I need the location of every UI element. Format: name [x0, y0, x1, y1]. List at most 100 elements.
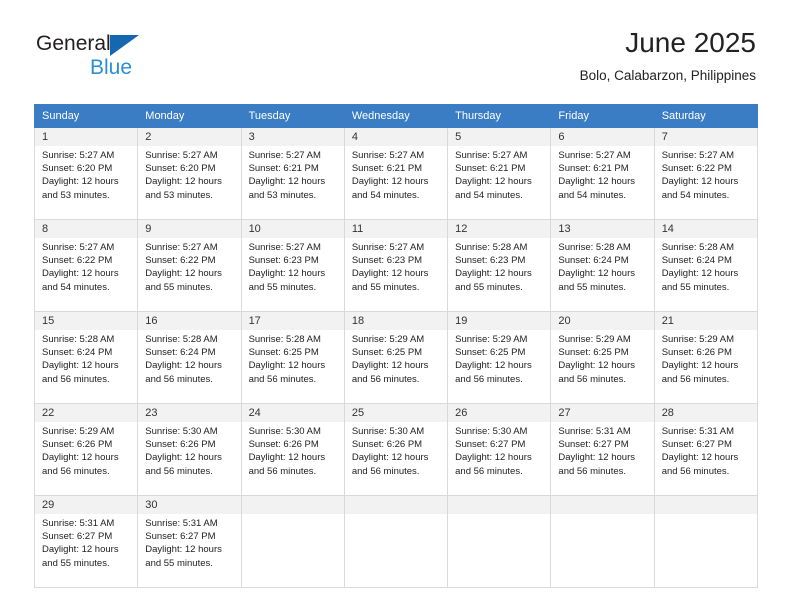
day-details: Sunrise: 5:27 AM Sunset: 6:22 PM Dayligh… [138, 238, 240, 294]
day-cell[interactable]: 13 Sunrise: 5:28 AM Sunset: 6:24 PM Dayl… [550, 219, 655, 312]
daylight-text-line1: Daylight: 12 hours [145, 176, 222, 188]
daylight-text-line1: Daylight: 12 hours [455, 360, 532, 372]
calendar-week-row: 1 Sunrise: 5:27 AM Sunset: 6:20 PM Dayli… [33, 127, 759, 220]
day-cell[interactable]: 2 Sunrise: 5:27 AM Sunset: 6:20 PM Dayli… [137, 127, 242, 220]
sunrise-text: Sunrise: 5:31 AM [145, 518, 218, 529]
day-cell[interactable]: 25 Sunrise: 5:30 AM Sunset: 6:26 PM Dayl… [343, 403, 449, 496]
daylight-text-line1: Daylight: 12 hours [351, 268, 429, 280]
day-details: Sunrise: 5:31 AM Sunset: 6:27 PM Dayligh… [655, 422, 757, 478]
sunrise-text: Sunrise: 5:28 AM [661, 242, 735, 253]
day-cell[interactable]: 5 Sunrise: 5:27 AM Sunset: 6:21 PM Dayli… [447, 127, 552, 220]
day-cell[interactable]: 20 Sunrise: 5:29 AM Sunset: 6:25 PM Dayl… [550, 311, 655, 404]
day-number: 3 [241, 128, 344, 146]
daylight-text-line2: and 56 minutes. [455, 373, 523, 385]
daylight-text-line2: and 56 minutes. [145, 373, 213, 385]
sunrise-text: Sunrise: 5:27 AM [42, 150, 115, 161]
day-cell[interactable]: 15 Sunrise: 5:28 AM Sunset: 6:24 PM Dayl… [33, 311, 139, 404]
sunset-text: Sunset: 6:27 PM [455, 439, 526, 451]
day-cell[interactable]: 29 Sunrise: 5:31 AM Sunset: 6:27 PM Dayl… [33, 495, 139, 588]
day-cell[interactable]: 12 Sunrise: 5:28 AM Sunset: 6:23 PM Dayl… [447, 219, 552, 312]
sunset-text: Sunset: 6:21 PM [558, 163, 629, 175]
day-cell[interactable]: 9 Sunrise: 5:27 AM Sunset: 6:22 PM Dayli… [137, 219, 242, 312]
day-number: 17 [241, 312, 344, 330]
sunset-text: Sunset: 6:27 PM [145, 531, 216, 543]
daylight-text-line2: and 56 minutes. [248, 465, 317, 477]
weekday-header-thursday: Thursday [447, 104, 552, 128]
daylight-text-line1: Daylight: 12 hours [145, 452, 222, 464]
day-cell[interactable]: 19 Sunrise: 5:29 AM Sunset: 6:25 PM Dayl… [447, 311, 552, 404]
daylight-text-line1: Daylight: 12 hours [455, 452, 532, 464]
day-number [551, 496, 654, 514]
day-cell[interactable]: 30 Sunrise: 5:31 AM Sunset: 6:27 PM Dayl… [137, 495, 242, 588]
daylight-text-line1: Daylight: 12 hours [145, 360, 222, 372]
day-cell[interactable]: 3 Sunrise: 5:27 AM Sunset: 6:21 PM Dayli… [240, 127, 345, 220]
day-cell[interactable]: 10 Sunrise: 5:27 AM Sunset: 6:23 PM Dayl… [240, 219, 345, 312]
weekday-header-row: Sunday Monday Tuesday Wednesday Thursday… [33, 104, 759, 128]
day-cell[interactable]: 17 Sunrise: 5:28 AM Sunset: 6:25 PM Dayl… [240, 311, 345, 404]
day-cell-empty [343, 495, 449, 588]
blue-triangle-icon [110, 35, 139, 56]
daylight-text-line1: Daylight: 12 hours [42, 452, 119, 464]
day-details: Sunrise: 5:30 AM Sunset: 6:26 PM Dayligh… [138, 422, 240, 478]
day-cell[interactable]: 21 Sunrise: 5:29 AM Sunset: 6:26 PM Dayl… [653, 311, 759, 404]
day-cell[interactable]: 6 Sunrise: 5:27 AM Sunset: 6:21 PM Dayli… [550, 127, 655, 220]
sunset-text: Sunset: 6:25 PM [455, 347, 526, 359]
day-number: 4 [344, 128, 448, 146]
day-cell[interactable]: 8 Sunrise: 5:27 AM Sunset: 6:22 PM Dayli… [33, 219, 139, 312]
day-cell[interactable]: 1 Sunrise: 5:27 AM Sunset: 6:20 PM Dayli… [33, 127, 139, 220]
day-cell[interactable]: 24 Sunrise: 5:30 AM Sunset: 6:26 PM Dayl… [240, 403, 345, 496]
day-number: 6 [551, 128, 654, 146]
daylight-text-line2: and 54 minutes. [42, 281, 110, 293]
day-cell[interactable]: 18 Sunrise: 5:29 AM Sunset: 6:25 PM Dayl… [343, 311, 449, 404]
daylight-text-line1: Daylight: 12 hours [455, 176, 532, 188]
daylight-text-line1: Daylight: 12 hours [661, 452, 739, 464]
calendar-week-row: 22 Sunrise: 5:29 AM Sunset: 6:26 PM Dayl… [33, 403, 759, 496]
day-cell[interactable]: 7 Sunrise: 5:27 AM Sunset: 6:22 PM Dayli… [653, 127, 759, 220]
sunrise-text: Sunrise: 5:29 AM [455, 334, 528, 345]
day-cell[interactable]: 14 Sunrise: 5:28 AM Sunset: 6:24 PM Dayl… [653, 219, 759, 312]
sunset-text: Sunset: 6:21 PM [455, 163, 526, 175]
day-cell[interactable]: 26 Sunrise: 5:30 AM Sunset: 6:27 PM Dayl… [447, 403, 552, 496]
daylight-text-line2: and 56 minutes. [351, 465, 420, 477]
daylight-text-line2: and 55 minutes. [145, 281, 213, 293]
day-cell[interactable]: 23 Sunrise: 5:30 AM Sunset: 6:26 PM Dayl… [137, 403, 242, 496]
day-cell[interactable]: 11 Sunrise: 5:27 AM Sunset: 6:23 PM Dayl… [343, 219, 449, 312]
day-number [241, 496, 344, 514]
day-cell[interactable]: 28 Sunrise: 5:31 AM Sunset: 6:27 PM Dayl… [653, 403, 759, 496]
calendar-week-row: 29 Sunrise: 5:31 AM Sunset: 6:27 PM Dayl… [33, 495, 759, 588]
daylight-text-line2: and 53 minutes. [145, 189, 213, 201]
sunset-text: Sunset: 6:23 PM [248, 255, 319, 267]
day-cell[interactable]: 4 Sunrise: 5:27 AM Sunset: 6:21 PM Dayli… [343, 127, 449, 220]
daylight-text-line1: Daylight: 12 hours [248, 360, 326, 372]
page-subtitle-location: Bolo, Calabarzon, Philippines [579, 68, 756, 83]
sunrise-text: Sunrise: 5:30 AM [351, 426, 425, 437]
day-number: 25 [344, 404, 448, 422]
day-details: Sunrise: 5:30 AM Sunset: 6:27 PM Dayligh… [448, 422, 550, 478]
sunset-text: Sunset: 6:20 PM [145, 163, 216, 175]
sunset-text: Sunset: 6:20 PM [42, 163, 113, 175]
day-cell[interactable]: 16 Sunrise: 5:28 AM Sunset: 6:24 PM Dayl… [137, 311, 242, 404]
daylight-text-line2: and 54 minutes. [351, 189, 420, 201]
sunset-text: Sunset: 6:27 PM [661, 439, 732, 451]
daylight-text-line2: and 56 minutes. [42, 465, 110, 477]
day-details: Sunrise: 5:29 AM Sunset: 6:26 PM Dayligh… [35, 422, 137, 478]
daylight-text-line1: Daylight: 12 hours [661, 360, 739, 372]
sunrise-text: Sunrise: 5:29 AM [351, 334, 425, 345]
weekday-header-saturday: Saturday [653, 104, 759, 128]
sunrise-text: Sunrise: 5:30 AM [455, 426, 528, 437]
sunset-text: Sunset: 6:22 PM [145, 255, 216, 267]
daylight-text-line1: Daylight: 12 hours [558, 176, 635, 188]
day-cell[interactable]: 22 Sunrise: 5:29 AM Sunset: 6:26 PM Dayl… [33, 403, 139, 496]
daylight-text-line2: and 53 minutes. [42, 189, 110, 201]
general-blue-logo[interactable]: General Blue [36, 32, 226, 88]
weekday-header-wednesday: Wednesday [343, 104, 449, 128]
day-number: 2 [138, 128, 241, 146]
day-number: 21 [654, 312, 757, 330]
day-details: Sunrise: 5:29 AM Sunset: 6:25 PM Dayligh… [448, 330, 550, 386]
sunrise-text: Sunrise: 5:27 AM [145, 150, 218, 161]
day-cell[interactable]: 27 Sunrise: 5:31 AM Sunset: 6:27 PM Dayl… [550, 403, 655, 496]
sunrise-text: Sunrise: 5:28 AM [558, 242, 631, 253]
sunrise-text: Sunrise: 5:31 AM [558, 426, 631, 437]
daylight-text-line2: and 55 minutes. [455, 281, 523, 293]
day-details: Sunrise: 5:31 AM Sunset: 6:27 PM Dayligh… [551, 422, 653, 478]
